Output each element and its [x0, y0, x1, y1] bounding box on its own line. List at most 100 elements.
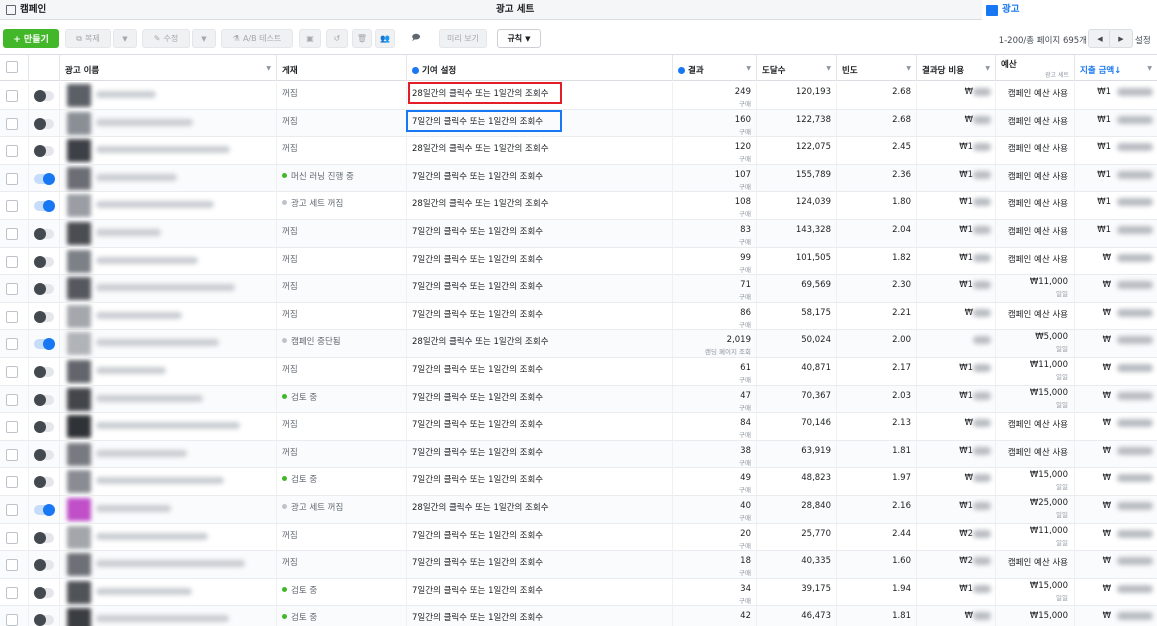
ad-name-cell[interactable] — [60, 137, 277, 165]
ad-name-cell[interactable] — [60, 496, 277, 523]
row-checkbox[interactable] — [6, 476, 18, 489]
ad-name-cell[interactable] — [60, 164, 277, 192]
edit-button[interactable]: ✎ 수정 — [142, 29, 190, 48]
header-select-all[interactable] — [0, 55, 29, 81]
table-row[interactable]: 꺼짐 7일간의 클릭수 또는 1일간의 조회수 86 구매 58,175 2.21… — [0, 302, 1157, 331]
ad-toggle[interactable] — [34, 255, 54, 268]
delete-button[interactable]: 🗑 — [352, 29, 372, 48]
ad-toggle[interactable] — [34, 283, 54, 296]
tab-ad[interactable]: 광고 — [982, 0, 1157, 20]
table-row[interactable]: 꺼짐 7일간의 클릭수 또는 1일간의 조회수 20 구매 25,770 2.44… — [0, 523, 1157, 552]
row-checkbox[interactable] — [6, 393, 18, 406]
table-row[interactable]: 꺼짐 7일간의 클릭수 또는 1일간의 조회수 61 구매 40,871 2.17… — [0, 358, 1157, 386]
table-row[interactable]: 광고 세트 꺼짐 28일간의 클릭수 또는 1일간의 조회수 108 구매 124… — [0, 192, 1157, 220]
header-delivery[interactable]: 게재 — [277, 55, 407, 81]
ad-toggle[interactable] — [34, 393, 54, 406]
header-frequency[interactable]: 빈도 ▼ — [837, 55, 917, 81]
ad-name-cell[interactable] — [60, 578, 277, 606]
row-checkbox[interactable] — [6, 448, 18, 461]
create-button[interactable]: + 만들기 — [3, 29, 59, 48]
row-checkbox[interactable] — [6, 172, 18, 185]
ad-name-cell[interactable] — [60, 358, 277, 385]
ad-toggle[interactable] — [34, 172, 55, 185]
ad-toggle[interactable] — [34, 366, 54, 378]
ad-name-cell[interactable] — [60, 220, 277, 247]
row-checkbox[interactable] — [6, 338, 18, 351]
table-row[interactable]: 꺼짐 7일간의 클릭수 또는 1일간의 조회수 18 구매 40,335 1.60… — [0, 551, 1157, 579]
ad-toggle[interactable] — [34, 228, 54, 240]
ad-toggle[interactable] — [34, 421, 54, 434]
ad-toggle[interactable] — [34, 614, 54, 626]
row-checkbox[interactable] — [6, 145, 18, 158]
header-cost-per-result[interactable]: 결과당 비용 ▼ — [917, 55, 996, 81]
row-checkbox[interactable] — [6, 255, 18, 268]
table-row[interactable]: 꺼짐 7일간의 클릭수 또는 1일간의 조회수 38 구매 63,919 1.81… — [0, 440, 1157, 469]
ad-name-cell[interactable] — [60, 606, 277, 626]
ad-toggle[interactable] — [34, 90, 54, 102]
table-row[interactable]: 검토 중 7일간의 클릭수 또는 1일간의 조회수 47 구매 70,367 2.… — [0, 385, 1157, 414]
row-checkbox[interactable] — [6, 586, 18, 599]
row-checkbox[interactable] — [6, 531, 18, 544]
ad-name-cell[interactable] — [60, 109, 277, 137]
header-results[interactable]: 결과 ▼ — [673, 55, 757, 81]
ad-name-cell[interactable] — [60, 413, 277, 441]
edit-dropdown[interactable]: ▼ — [192, 29, 216, 48]
ad-name-cell[interactable] — [60, 468, 277, 496]
ad-toggle[interactable] — [34, 476, 54, 489]
row-checkbox[interactable] — [6, 200, 18, 213]
ad-name-cell[interactable] — [60, 82, 277, 109]
tab-campaign[interactable]: 캠페인 — [6, 0, 476, 20]
select-all-checkbox[interactable] — [6, 61, 18, 73]
ad-toggle[interactable] — [34, 310, 54, 323]
table-row[interactable]: 꺼짐 7일간의 클릭수 또는 1일간의 조회수 83 구매 143,328 2.0… — [0, 220, 1157, 248]
duplicate-dropdown[interactable]: ▼ — [113, 29, 137, 48]
ad-toggle[interactable] — [34, 531, 54, 544]
row-checkbox[interactable] — [6, 614, 18, 626]
table-row[interactable]: 검토 중 7일간의 클릭수 또는 1일간의 조회수 34 구매 39,175 1.… — [0, 578, 1157, 607]
table-row[interactable]: 검토 중 7일간의 클릭수 또는 1일간의 조회수 42 46,473 1.81… — [0, 606, 1157, 626]
audience-button[interactable]: 👥 — [375, 29, 395, 48]
table-row[interactable]: 검토 중 7일간의 클릭수 또는 1일간의 조회수 49 구매 48,823 1.… — [0, 468, 1157, 496]
header-attribution[interactable]: 기여 설정 — [407, 55, 673, 81]
row-checkbox[interactable] — [6, 310, 18, 323]
ad-toggle[interactable] — [34, 117, 54, 130]
undo-button[interactable]: ↺ — [326, 29, 348, 48]
table-row[interactable]: 머신 러닝 진행 중 7일간의 클릭수 또는 1일간의 조회수 107 구매 15… — [0, 164, 1157, 193]
ad-name-cell[interactable] — [60, 275, 277, 303]
rules-button[interactable]: 규칙 ▼ — [497, 29, 541, 48]
ad-name-cell[interactable] — [60, 330, 277, 358]
table-row[interactable]: 광고 세트 꺼짐 28일간의 클릭수 또는 1일간의 조회수 40 구매 28,8… — [0, 496, 1157, 524]
table-row[interactable]: 꺼짐 7일간의 클릭수 또는 1일간의 조회수 160 구매 122,738 2.… — [0, 109, 1157, 138]
header-reach[interactable]: 도달수 ▼ — [757, 55, 837, 81]
ad-name-cell[interactable] — [60, 192, 277, 220]
ab-test-button[interactable]: ⚗ A/B 테스트 — [221, 29, 293, 48]
table-row[interactable]: 꺼짐 7일간의 클릭수 또는 1일간의 조회수 99 구매 101,505 1.8… — [0, 247, 1157, 276]
row-checkbox[interactable] — [6, 421, 18, 434]
settings-link[interactable]: 설정 — [1135, 34, 1157, 46]
ad-toggle[interactable] — [34, 338, 55, 351]
table-row[interactable]: 꺼짐 7일간의 클릭수 또는 1일간의 조회수 84 구매 70,146 2.13… — [0, 413, 1157, 441]
table-row[interactable]: 꺼짐 7일간의 클릭수 또는 1일간의 조회수 71 구매 69,569 2.30… — [0, 275, 1157, 303]
ad-name-cell[interactable] — [60, 440, 277, 468]
ad-toggle[interactable] — [34, 586, 54, 599]
row-checkbox[interactable] — [6, 504, 18, 516]
row-checkbox[interactable] — [6, 366, 18, 378]
row-checkbox[interactable] — [6, 228, 18, 240]
table-row[interactable]: 꺼짐 28일간의 클릭수 또는 1일간의 조회수 249 구매 120,193 2… — [0, 82, 1157, 110]
ad-toggle[interactable] — [34, 559, 54, 572]
row-checkbox[interactable] — [6, 559, 18, 572]
row-checkbox[interactable] — [6, 117, 18, 130]
ad-toggle[interactable] — [34, 448, 54, 461]
header-amount-spent[interactable]: 지출 금액↓ ▼ — [1075, 55, 1157, 81]
comment-button[interactable]: 🗩 — [405, 29, 427, 48]
ad-name-cell[interactable] — [60, 523, 277, 551]
table-row[interactable]: 캠페인 중단됨 28일간의 클릭수 또는 1일간의 조회수 2,019 랜딩 페이… — [0, 330, 1157, 358]
ad-name-cell[interactable] — [60, 385, 277, 413]
next-page-button[interactable]: ▶ — [1109, 29, 1133, 48]
row-checkbox[interactable] — [6, 90, 18, 102]
row-checkbox[interactable] — [6, 283, 18, 296]
ad-toggle[interactable] — [34, 145, 54, 158]
duplicate-button[interactable]: ⧉ 복제 — [65, 29, 111, 48]
header-budget[interactable]: 예산 광고 세트 — [996, 55, 1075, 81]
ad-toggle[interactable] — [34, 504, 55, 516]
